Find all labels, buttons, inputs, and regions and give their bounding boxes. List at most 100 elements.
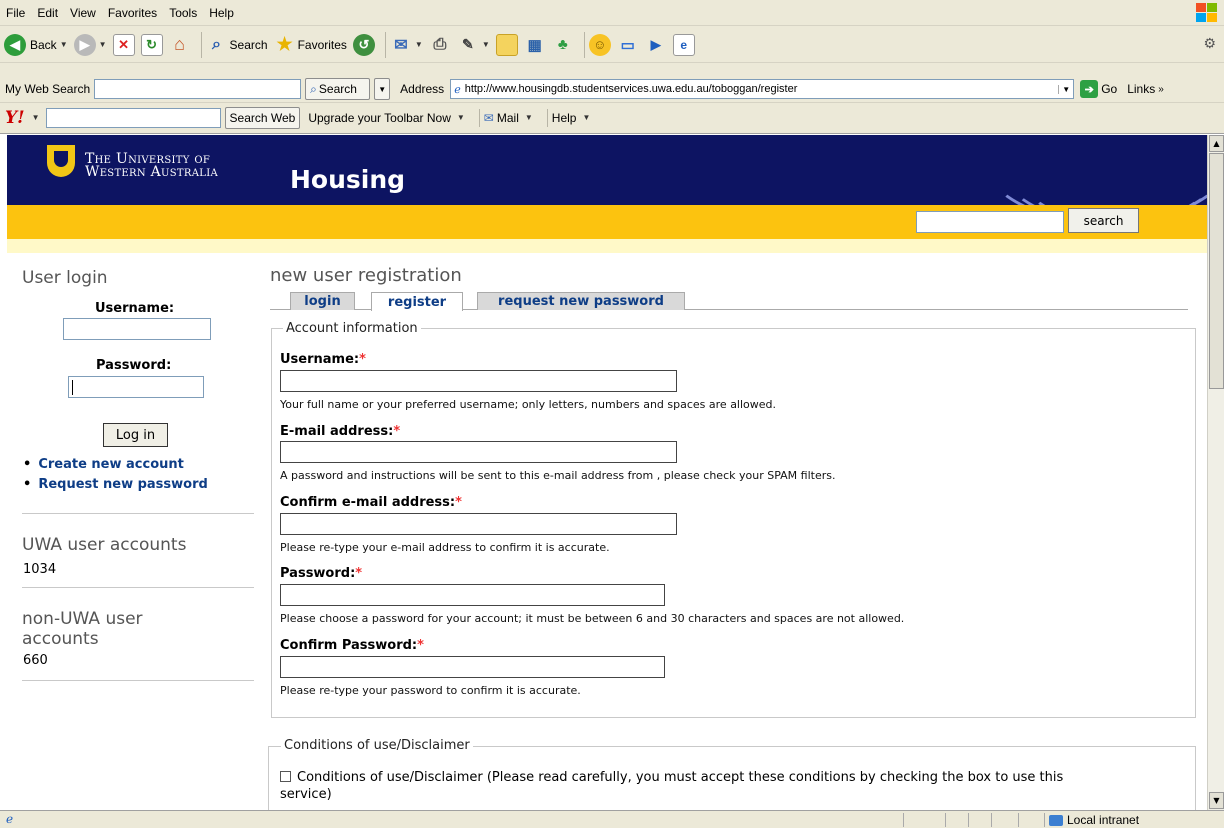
- sidebar-username-label: Username:: [95, 301, 175, 316]
- research-button[interactable]: ▦: [524, 31, 546, 59]
- search-bar: search: [7, 205, 1207, 239]
- ie-button[interactable]: e: [672, 31, 695, 59]
- my-web-search-button[interactable]: ⌕ Search: [305, 78, 371, 100]
- history-icon: ↺: [352, 33, 375, 56]
- status-cell: [991, 813, 1011, 827]
- page-icon: ℯ: [454, 83, 461, 96]
- password-hint: Please choose a password for your accoun…: [280, 612, 905, 625]
- tab-login[interactable]: login: [290, 292, 355, 310]
- edit-button[interactable]: ✎ ▼: [457, 31, 490, 59]
- sidebar-password-label: Password:: [96, 358, 172, 373]
- menu-favorites[interactable]: Favorites: [108, 6, 157, 20]
- conditions-text-continued: service): [280, 787, 332, 802]
- account-information-legend: Account information: [283, 321, 421, 336]
- yahoo-help-button[interactable]: Help ▼: [552, 111, 591, 125]
- yahoo-mail-button[interactable]: ✉ Mail ▼: [484, 111, 533, 125]
- site-search-button[interactable]: search: [1068, 208, 1139, 233]
- back-arrow-icon: ◀: [4, 33, 26, 56]
- back-button[interactable]: ◀ Back ▼: [4, 31, 68, 59]
- history-button[interactable]: ↺: [352, 31, 375, 59]
- tab-request-password[interactable]: request new password: [477, 292, 685, 310]
- monitor-button[interactable]: ▭: [617, 31, 639, 59]
- page-title: new user registration: [270, 265, 462, 286]
- chevron-down-icon: ▼: [98, 40, 107, 49]
- username-hint: Your full name or your preferred usernam…: [280, 398, 777, 411]
- settings-icon[interactable]: ⚙: [1203, 35, 1216, 52]
- address-input[interactable]: ℯ http://www.housingdb.studentservices.u…: [450, 79, 1075, 99]
- messenger-button[interactable]: ♣: [552, 31, 574, 59]
- page-viewport: The University of Western Australia Hous…: [7, 135, 1207, 810]
- go-button[interactable]: ➔ Go: [1080, 80, 1117, 98]
- media-button[interactable]: ▶: [645, 31, 667, 59]
- search-dropdown-button[interactable]: ▼: [374, 78, 391, 100]
- ie-icon: e: [672, 33, 695, 56]
- site-title[interactable]: Housing: [290, 165, 405, 194]
- address-url: http://www.housingdb.studentservices.uwa…: [464, 83, 798, 95]
- scrollbar-thumb[interactable]: [1209, 153, 1224, 389]
- refresh-icon: ↻: [140, 33, 163, 56]
- yahoo-logo[interactable]: Y!: [5, 108, 25, 128]
- menu-file[interactable]: File: [6, 6, 25, 20]
- chevron-down-icon[interactable]: ▼: [1058, 84, 1073, 94]
- stop-icon: ✕: [112, 33, 135, 56]
- mail-button[interactable]: ✉ ▼: [390, 31, 423, 59]
- confirm-password-input[interactable]: [280, 656, 665, 678]
- non-uwa-accounts-count: 660: [23, 653, 48, 668]
- site-search-input[interactable]: [916, 211, 1064, 233]
- username-input[interactable]: [280, 370, 677, 392]
- yahoo-toolbar: Y! ▼ Search Web Upgrade your Toolbar Now…: [0, 104, 1224, 131]
- chevron-down-icon: ▼: [59, 40, 68, 49]
- forward-button[interactable]: ▶ ▼: [73, 31, 107, 59]
- tab-bar: login register request new password: [270, 290, 1188, 311]
- menu-view[interactable]: View: [70, 6, 96, 20]
- search-button[interactable]: ⌕ Search: [206, 31, 268, 59]
- edit-icon: ✎: [461, 36, 474, 52]
- toolbar-separator: [478, 108, 480, 127]
- chevron-down-icon: ▼: [524, 113, 533, 122]
- menu-tools[interactable]: Tools: [169, 6, 197, 20]
- search-web-button[interactable]: Search Web: [224, 106, 301, 129]
- my-web-search-input[interactable]: [94, 79, 302, 99]
- conditions-text: Conditions of use/Disclaimer (Please rea…: [297, 770, 1064, 785]
- tab-register[interactable]: register: [371, 292, 463, 311]
- favorites-button[interactable]: ★ Favorites: [274, 31, 346, 59]
- scroll-up-arrow-icon[interactable]: ▲: [1209, 135, 1224, 152]
- stop-button[interactable]: ✕: [112, 31, 135, 59]
- vertical-scrollbar[interactable]: ▲ ▼: [1207, 135, 1224, 810]
- home-button[interactable]: ⌂: [169, 31, 191, 59]
- scroll-down-arrow-icon[interactable]: ▼: [1209, 792, 1224, 809]
- print-button[interactable]: ⎙: [429, 31, 451, 59]
- chevron-down-icon[interactable]: ▼: [32, 113, 40, 122]
- folder-button[interactable]: [495, 31, 518, 59]
- create-account-link[interactable]: Create new account: [23, 457, 184, 472]
- menu-help[interactable]: Help: [209, 6, 234, 20]
- confirm-password-label: Confirm Password:*: [280, 638, 424, 653]
- conditions-checkbox[interactable]: [280, 771, 291, 782]
- intranet-icon: [1049, 814, 1063, 826]
- search-icon: ⌕: [310, 81, 317, 96]
- status-cell: [903, 813, 923, 827]
- email-label: E-mail address:*: [280, 424, 401, 439]
- address-label: Address: [400, 82, 445, 96]
- sidebar-username-input[interactable]: [63, 318, 211, 340]
- chevron-down-icon: ▼: [456, 113, 465, 122]
- menu-edit[interactable]: Edit: [37, 6, 58, 20]
- upgrade-toolbar-button[interactable]: Upgrade your Toolbar Now ▼: [308, 111, 464, 125]
- login-button[interactable]: Log in: [103, 423, 168, 447]
- links-label[interactable]: Links: [1127, 82, 1155, 96]
- yahoo-search-input[interactable]: [45, 107, 221, 128]
- smiley-button[interactable]: ☺: [588, 31, 611, 59]
- toolbar-separator: [200, 31, 202, 58]
- page-status-icon: ℯ: [6, 812, 14, 826]
- university-name: The University of Western Australia: [85, 151, 218, 180]
- request-password-link[interactable]: Request new password: [23, 477, 208, 492]
- confirm-email-input[interactable]: [280, 513, 677, 535]
- sidebar-password-input[interactable]: [68, 376, 204, 398]
- chevron-right-icon[interactable]: »: [1158, 84, 1164, 95]
- my-web-search-label: My Web Search: [5, 82, 91, 96]
- refresh-button[interactable]: ↻: [140, 31, 163, 59]
- security-zone: Local intranet: [1044, 813, 1214, 827]
- password-input[interactable]: [280, 584, 665, 606]
- non-uwa-accounts-title: non-UWA user accounts: [22, 609, 143, 649]
- email-input[interactable]: [280, 441, 677, 463]
